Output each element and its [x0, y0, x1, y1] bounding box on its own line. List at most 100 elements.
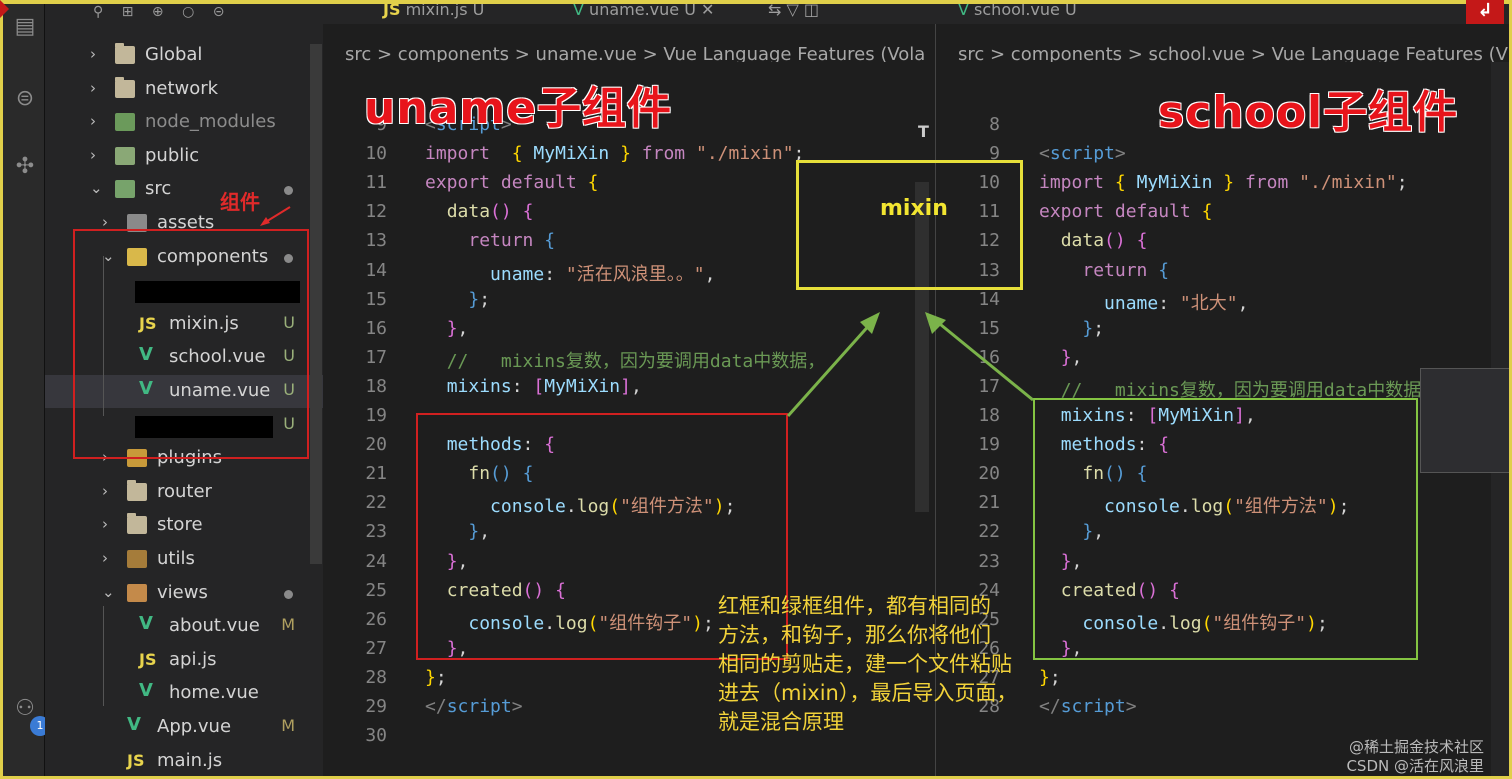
folder-icon [127, 479, 147, 501]
tree-item[interactable]: Vhome.vue [45, 677, 323, 710]
tree-item-label: views [157, 581, 208, 603]
line-number: 17 [365, 346, 387, 368]
tab-school-vue[interactable]: V school.vue U [958, 4, 1077, 19]
corner-flag-icon: ↲ [1466, 0, 1504, 24]
extension-icon[interactable]: ⊜ [10, 84, 40, 114]
chevron-down-icon[interactable]: ⌄ [102, 583, 115, 601]
corner-marker [0, 0, 9, 18]
line-number: 15 [365, 288, 387, 310]
chevron-right-icon[interactable]: › [102, 482, 114, 500]
folder-icon [115, 146, 135, 165]
tree-item-label: about.vue [169, 615, 260, 637]
tree-item-label: public [145, 144, 200, 166]
vue-file-icon: V [127, 714, 141, 735]
chevron-right-icon[interactable]: › [102, 515, 114, 533]
code-line: uname: "活在风浪里。。", [490, 263, 716, 285]
line-number: 11 [365, 172, 387, 194]
tree-item[interactable]: ⌄ views [45, 577, 323, 610]
modified-dot-icon [284, 589, 293, 599]
line-number: 21 [978, 492, 1000, 514]
tree-item[interactable]: › store [45, 509, 323, 542]
tree-item[interactable]: › router [45, 476, 323, 509]
line-number: 18 [978, 405, 1000, 426]
line-number: 17 [978, 375, 1000, 397]
tree-item[interactable]: JS api.js [45, 644, 323, 677]
line-number: 23 [365, 521, 387, 543]
code-line: }; [468, 288, 491, 310]
line-number: 26 [365, 608, 387, 630]
line-number: 12 [365, 201, 387, 223]
explanation-note: 红框和绿框组件，都有相同的 方法，和钩子，那么你将他们 相同的剪贴走，建一个文件… [718, 592, 1098, 737]
code-line: }; [1082, 317, 1105, 339]
line-number: 14 [365, 259, 387, 281]
line-number: 16 [365, 317, 387, 339]
note-line: 进去（mixin），最后导入页面， [718, 681, 1018, 705]
line-number: 10 [365, 143, 387, 165]
code-line: }, [1060, 346, 1083, 368]
code-line: data() { [446, 201, 534, 223]
activity-bar: ▤ ⊜ ✣ ⚇ 1 [3, 4, 50, 776]
js-file-icon: JS [139, 649, 157, 669]
code-line: export default { [425, 172, 599, 194]
folder-icon [115, 113, 135, 132]
chevron-right-icon[interactable]: › [90, 45, 102, 63]
sidebar-scrollbar[interactable] [310, 44, 322, 564]
tab-uname-vue[interactable]: V uname.vue U ✕ [573, 4, 714, 19]
tree-item[interactable]: › public [45, 140, 323, 173]
line-number: 22 [978, 521, 1000, 543]
tree-item[interactable]: › node_modules [45, 106, 323, 139]
note-line: 方法，和钩子，那么你将他们 [718, 623, 991, 647]
code-line: mixins: [MyMiXin], [446, 375, 642, 397]
folder-icon [115, 43, 135, 64]
chevron-down-icon[interactable]: ⌄ [90, 179, 103, 197]
tree-item[interactable]: JS main.js [45, 745, 323, 778]
uname-title: uname子组件 [364, 83, 673, 134]
sidebar-toolbar: ⚲ ⊞ ⊕ ○ ⊝ [45, 4, 323, 26]
line-number: 20 [365, 434, 387, 456]
note-line: 相同的剪贴走，建一个文件粘贴 [718, 652, 1012, 676]
line-number: 18 [365, 375, 387, 397]
tree-guide [103, 606, 104, 706]
tree-item[interactable]: V App.vue M [45, 711, 323, 744]
line-number: 29 [365, 696, 387, 717]
tree-item-label: utils [157, 548, 195, 569]
code-line: // mixins复数，因为要调用data中数据， [446, 350, 826, 372]
note-line: 红框和绿框组件，都有相同的 [718, 594, 991, 618]
line-number: 8 [989, 114, 1000, 135]
tab-mixin-js[interactable]: JS mixin.js U [383, 4, 484, 19]
chevron-right-icon[interactable]: › [90, 146, 102, 164]
line-number: 20 [978, 463, 1000, 485]
tree-item-label: network [145, 77, 219, 99]
code-line: import { MyMiXin } from "./mixin"; [1039, 172, 1408, 194]
modified-dot-icon [284, 186, 293, 196]
folder-icon [115, 76, 135, 98]
line-number: 27 [365, 637, 387, 659]
chevron-right-icon[interactable]: › [90, 112, 102, 130]
split-editor-icon[interactable]: ⇆ ▽ ◫ [768, 4, 819, 19]
line-number: 30 [365, 725, 387, 747]
folder-icon [115, 180, 135, 199]
code-line: import { MyMiXin } from "./mixin"; [425, 143, 805, 165]
line-number: 15 [978, 317, 1000, 339]
chevron-right-icon[interactable]: › [102, 549, 114, 567]
explorer-icon[interactable]: ▤ [10, 12, 40, 42]
tree-item[interactable]: Vabout.vue M [45, 610, 323, 643]
chevron-right-icon[interactable]: › [90, 79, 102, 97]
code-line: }; [425, 666, 447, 688]
code-line: return { [468, 230, 556, 252]
tree-item-label: node_modules [145, 111, 276, 133]
components-annotation: 组件 [220, 190, 260, 214]
code-line: }, [446, 317, 469, 339]
folder-icon [127, 583, 147, 602]
line-number: 24 [365, 550, 387, 572]
mixin-label: mixin [880, 196, 948, 221]
tree-item-label: api.js [169, 648, 217, 670]
tree-item-label: home.vue [169, 682, 259, 704]
tree-item[interactable]: ⌄ src [45, 173, 323, 206]
note-line: 就是混合原理 [718, 710, 844, 734]
cursor-icon: T [918, 122, 929, 141]
tree-item[interactable]: › Global [45, 39, 323, 72]
tree-item[interactable]: › network [45, 73, 323, 106]
puzzle-icon[interactable]: ✣ [10, 152, 40, 182]
tree-item[interactable]: › utils [45, 543, 323, 576]
